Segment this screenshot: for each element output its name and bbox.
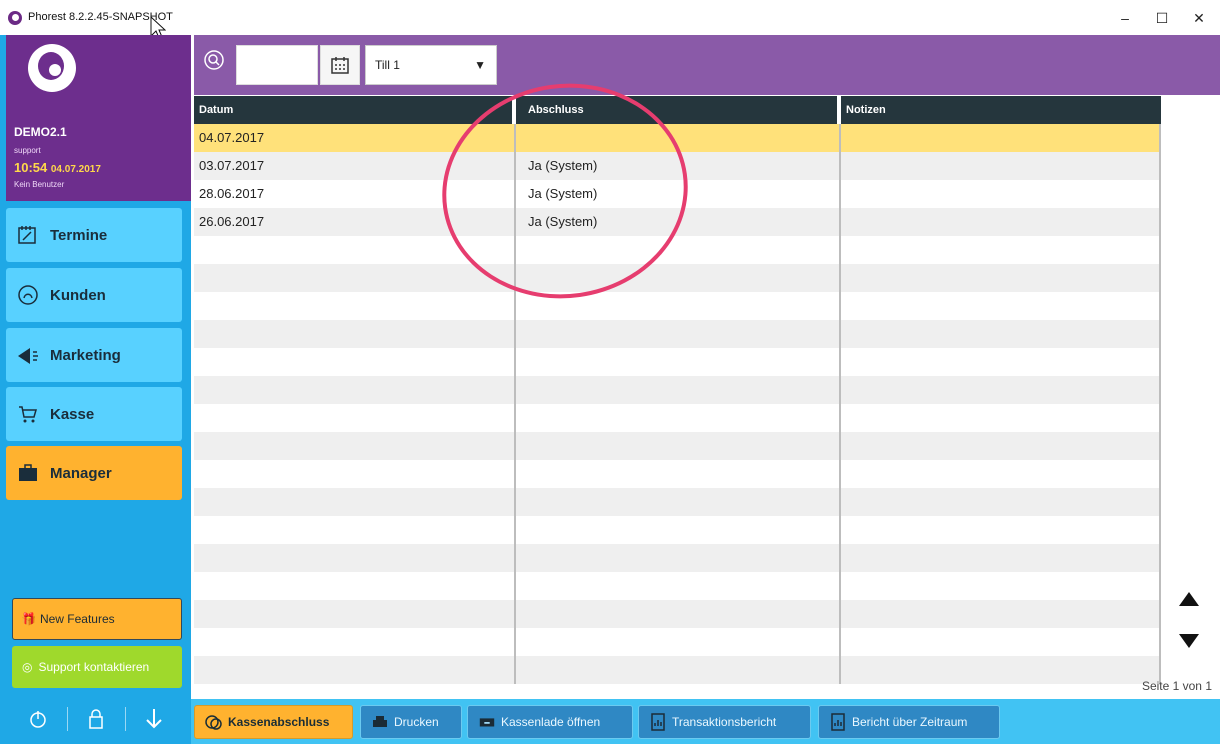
abschluss-cell: Ja (System) — [516, 180, 841, 208]
current-date: 04.07.2017 — [50, 164, 101, 175]
new-features-button[interactable]: 🎁 New Features — [12, 598, 182, 640]
bericht-zeitraum-label: Bericht über Zeitraum — [852, 715, 968, 729]
printer-icon — [371, 713, 389, 731]
support-label: Support kontaktieren — [38, 660, 150, 674]
search-icon[interactable] — [200, 45, 228, 75]
till-select-value: Till 1 — [375, 58, 400, 72]
column-abschluss[interactable]: Abschluss — [516, 96, 841, 124]
date-input[interactable] — [236, 45, 318, 85]
cart-icon — [16, 402, 40, 426]
kassenlade-label: Kassenlade öffnen — [501, 715, 601, 729]
nav-kasse-label: Kasse — [50, 405, 95, 423]
current-time: 10:54 — [14, 160, 48, 175]
table-row[interactable]: 28.06.2017 Ja (System) — [194, 180, 1161, 208]
window-titlebar: Phorest 8.2.2.45-SNAPSHOT – ☐ ✕ — [0, 0, 1220, 39]
scroll-up-icon[interactable] — [1179, 592, 1199, 606]
nav-kunden[interactable]: Kunden — [6, 268, 182, 322]
gift-icon: 🎁 — [21, 612, 36, 626]
scroll-controls — [1178, 592, 1200, 662]
drucken-label: Drucken — [394, 715, 439, 729]
nav-termine[interactable]: Termine — [6, 208, 182, 262]
sidebar: DEMO2.1 support 10:54 04.07.2017 Kein Be… — [0, 35, 191, 744]
person-icon — [16, 283, 40, 307]
table-body: 04.07.2017 03.07.2017 Ja (System) 28.06.… — [194, 124, 1161, 684]
new-features-label: New Features — [39, 612, 115, 626]
notizen-cell — [841, 208, 1161, 236]
coins-icon — [205, 713, 223, 731]
nav-manager-label: Manager — [50, 464, 112, 482]
drucken-button[interactable]: Drucken — [360, 705, 462, 739]
user-status: Kein Benutzer — [14, 180, 65, 189]
user-name: support — [14, 146, 41, 155]
column-notizen[interactable]: Notizen — [841, 96, 1161, 124]
maximize-button[interactable]: ☐ — [1147, 6, 1177, 30]
nav-marketing-label: Marketing — [50, 346, 121, 364]
abschluss-cell: Ja (System) — [516, 152, 841, 180]
lifebuoy-icon: ◎ — [22, 660, 33, 674]
column-datum[interactable]: Datum — [194, 96, 516, 124]
table-row[interactable]: 03.07.2017 Ja (System) — [194, 152, 1161, 180]
datum-cell: 28.06.2017 — [194, 180, 516, 208]
clock: 10:54 04.07.2017 — [14, 160, 101, 175]
bottom-action-bar: Kassenabschluss Drucken Kassenlade öffne… — [191, 699, 1220, 744]
nav-kunden-label: Kunden — [50, 286, 106, 304]
kassenabschluss-label: Kassenabschluss — [228, 715, 330, 729]
notizen-cell — [841, 152, 1161, 180]
report-icon — [649, 713, 667, 731]
kassenlade-button[interactable]: Kassenlade öffnen — [467, 705, 633, 739]
page-indicator: Seite 1 von 1 — [1141, 679, 1212, 693]
cash-drawer-icon — [478, 713, 496, 731]
notizen-cell — [841, 180, 1161, 208]
sidebar-footer — [0, 694, 191, 744]
calendar-edit-icon — [16, 223, 40, 247]
nav-kasse[interactable]: Kasse — [6, 387, 182, 441]
abschluss-cell: Ja (System) — [516, 208, 841, 236]
datum-cell: 03.07.2017 — [194, 152, 516, 180]
nav-marketing[interactable]: Marketing — [6, 328, 182, 382]
kassenabschluss-button[interactable]: Kassenabschluss — [194, 705, 353, 739]
nav-termine-label: Termine — [50, 226, 108, 244]
till-select[interactable]: Till 1 ▼ — [365, 45, 497, 85]
calendar-icon — [331, 57, 349, 74]
nav-manager[interactable]: Manager — [6, 446, 182, 500]
calendar-button[interactable] — [320, 45, 360, 85]
briefcase-icon — [16, 461, 40, 485]
close-button[interactable]: ✕ — [1184, 6, 1214, 30]
arrow-down-icon[interactable] — [145, 707, 163, 731]
abschluss-cell — [516, 124, 841, 152]
megaphone-icon — [16, 343, 40, 367]
minimize-button[interactable]: – — [1110, 6, 1140, 30]
sidebar-header: DEMO2.1 support 10:54 04.07.2017 Kein Be… — [6, 35, 191, 201]
transaktionsbericht-button[interactable]: Transaktionsbericht — [638, 705, 811, 739]
transaktionsbericht-label: Transaktionsbericht — [672, 715, 777, 729]
scroll-down-icon[interactable] — [1179, 634, 1199, 648]
support-button[interactable]: ◎ Support kontaktieren — [12, 646, 182, 688]
table-header: Datum Abschluss Notizen — [194, 96, 1161, 124]
lock-icon[interactable] — [87, 708, 105, 730]
table-row[interactable]: 26.06.2017 Ja (System) — [194, 208, 1161, 236]
bericht-zeitraum-button[interactable]: Bericht über Zeitraum — [818, 705, 1000, 739]
datum-cell: 26.06.2017 — [194, 208, 516, 236]
account-name: DEMO2.1 — [14, 125, 67, 139]
phorest-logo — [28, 44, 76, 92]
datum-cell: 04.07.2017 — [194, 124, 516, 152]
chevron-down-icon: ▼ — [474, 58, 486, 72]
notizen-cell — [841, 124, 1161, 152]
app-icon — [8, 11, 22, 25]
closing-table: Datum Abschluss Notizen 04.07.2017 03.07… — [194, 96, 1161, 684]
report-icon — [829, 713, 847, 731]
table-row[interactable]: 04.07.2017 — [194, 124, 1161, 152]
power-icon[interactable] — [28, 709, 48, 729]
